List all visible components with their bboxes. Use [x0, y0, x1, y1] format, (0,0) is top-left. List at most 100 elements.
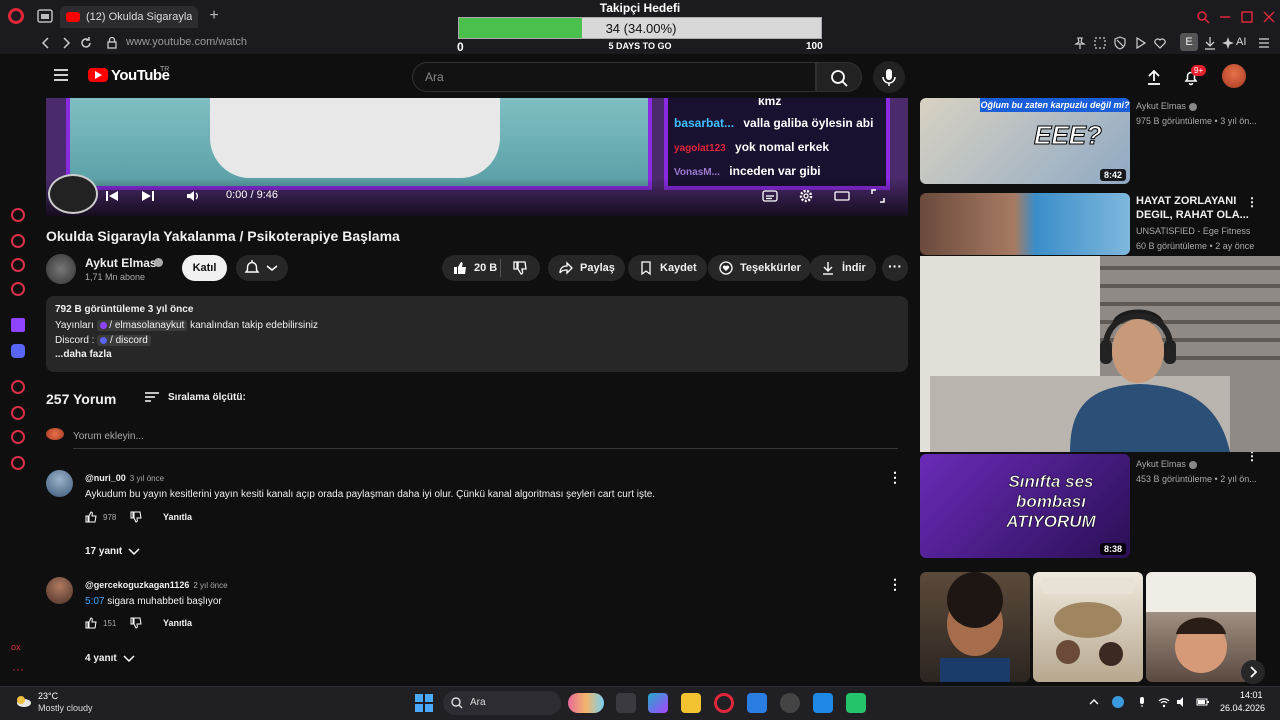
comment-reply-button[interactable]: Yanıtla [163, 512, 192, 522]
comment-author[interactable]: @nuri_00 3 yıl önce [85, 473, 164, 483]
comment-avatar[interactable] [46, 577, 73, 604]
hamburger-menu-icon[interactable] [54, 68, 68, 82]
subscription-bell-button[interactable] [236, 255, 288, 281]
sidebar-music-icon[interactable] [11, 258, 25, 272]
battery-icon[interactable] [1196, 696, 1209, 708]
forward-icon[interactable] [58, 35, 74, 51]
shorts-next-button[interactable] [1241, 660, 1265, 684]
sidebar-more-icon[interactable]: ··· [12, 662, 24, 676]
comment-menu-icon[interactable]: ⋮ [888, 577, 902, 591]
sidebar-player-icon[interactable] [11, 380, 25, 394]
ai-sparkle-icon[interactable] [1220, 35, 1236, 51]
dislike-button[interactable] [504, 255, 540, 281]
recommended-menu-icon[interactable]: ⋮ [1246, 196, 1258, 208]
settings-gear-icon[interactable] [798, 188, 814, 204]
view-replies-button[interactable]: 4 yanıt [85, 653, 135, 664]
add-comment-input[interactable]: Yorum ekleyin... [73, 431, 144, 442]
short-thumbnail[interactable] [1146, 572, 1256, 682]
extension-button[interactable]: E [1180, 33, 1198, 51]
comment-menu-icon[interactable]: ⋮ [888, 470, 902, 484]
new-tab-button[interactable]: + [206, 8, 222, 24]
share-button[interactable]: Paylaş [548, 255, 625, 281]
next-icon[interactable] [140, 188, 156, 204]
chat-app-icon[interactable] [846, 693, 866, 713]
tray-chevron-up-icon[interactable] [1088, 696, 1100, 708]
sidebar-ox-label[interactable]: ox [11, 642, 21, 652]
reload-icon[interactable] [78, 35, 94, 51]
channel-avatar[interactable] [46, 254, 76, 284]
recommended-channel[interactable]: Aykut Elmas [1136, 101, 1197, 111]
pin-icon[interactable] [1072, 35, 1088, 51]
sidebar-twitch-icon[interactable] [11, 318, 25, 332]
tray-app-icon[interactable] [1112, 696, 1124, 708]
lock-icon[interactable] [104, 35, 120, 51]
sidebar-discord-icon[interactable] [11, 344, 25, 358]
volume-tray-icon[interactable] [1176, 696, 1188, 708]
back-icon[interactable] [38, 35, 54, 51]
comment-author[interactable]: @gercekoguzkagan1126 2 yıl önce [85, 580, 228, 590]
subtitles-icon[interactable] [762, 188, 778, 204]
recommended-video-thumbnail[interactable] [920, 193, 1130, 255]
windows-start-icon[interactable] [414, 693, 434, 713]
recommended-video-thumbnail[interactable]: Sınıfta ses bombası ATIYORUM 8:38 [920, 454, 1130, 558]
comment-reply-button[interactable]: Yanıtla [163, 618, 192, 628]
sidebar-aria-icon[interactable] [11, 208, 25, 222]
sidebar-mail-icon[interactable] [11, 282, 25, 296]
snapshot-icon[interactable] [1092, 35, 1108, 51]
comment-like-icon[interactable] [85, 617, 97, 629]
view-replies-button[interactable]: 17 yanıt [85, 546, 140, 557]
obs-icon[interactable] [780, 693, 800, 713]
channel-name[interactable]: Aykut Elmas [85, 256, 157, 270]
video-player[interactable]: kmz basarbat... valla galiba öylesin abi… [46, 98, 908, 216]
taskbar-search-box[interactable] [443, 691, 561, 715]
comment-timestamp-link[interactable]: 5:07 [85, 596, 104, 607]
search-tabs-icon[interactable] [1196, 10, 1210, 24]
taskbar-clock-date[interactable]: 26.04.2026 [1220, 703, 1265, 713]
close-window-button[interactable] [1262, 10, 1276, 24]
recommended-title[interactable]: HAYAT ZORLAYANI DEGIL, RAHAT OLA... [1136, 194, 1256, 222]
volume-icon[interactable] [185, 188, 201, 204]
sort-by-button[interactable]: Sıralama ölçütü: [168, 392, 246, 403]
save-button[interactable]: Kaydet [628, 255, 707, 281]
twitch-link[interactable]: / elmasolanaykut [96, 320, 188, 331]
sidebar-shop-icon[interactable] [11, 234, 25, 248]
microsoft-store-icon[interactable] [747, 693, 767, 713]
sidebar-history-icon[interactable] [11, 406, 25, 420]
url-text[interactable]: www.youtube.com/watch [126, 36, 247, 48]
user-avatar[interactable] [1222, 64, 1246, 88]
recommended-channel[interactable]: UNSATISFIED - Ege Fitness [1136, 226, 1250, 236]
short-thumbnail[interactable] [1033, 572, 1143, 682]
player-icon[interactable] [1132, 35, 1148, 51]
create-upload-icon[interactable] [1145, 68, 1163, 86]
fullscreen-icon[interactable] [870, 188, 886, 204]
weather-description[interactable]: Mostly cloudy [38, 703, 93, 713]
discord-link[interactable]: / discord [97, 335, 151, 346]
comment-like-icon[interactable] [85, 511, 97, 523]
show-more-link[interactable]: ...daha fazla [55, 349, 112, 360]
taskbar-clock-time[interactable]: 14:01 [1240, 690, 1263, 700]
sidebar-extensions-icon[interactable] [11, 430, 25, 444]
copilot-app-icon[interactable] [648, 693, 668, 713]
download-icon[interactable] [1202, 35, 1218, 51]
comment-dislike-icon[interactable] [130, 511, 142, 523]
sort-icon[interactable] [145, 391, 159, 403]
browser-tab-active[interactable]: (12) Okulda Sigarayla Yakalanma / Psikot… [60, 6, 198, 28]
task-view-icon[interactable] [616, 693, 636, 713]
opera-logo-icon[interactable] [8, 8, 24, 24]
file-explorer-icon[interactable] [681, 693, 701, 713]
theater-mode-icon[interactable] [834, 188, 850, 204]
join-button[interactable]: Katıl [182, 255, 227, 281]
tab-list-icon[interactable] [36, 8, 54, 24]
recommended-channel[interactable]: Aykut Elmas [1136, 459, 1197, 469]
heart-icon[interactable] [1152, 35, 1168, 51]
ai-label[interactable]: AI [1236, 36, 1246, 48]
maximize-button[interactable] [1240, 10, 1254, 24]
easy-setup-icon[interactable] [1256, 35, 1272, 51]
tray-mic-icon[interactable] [1136, 696, 1148, 708]
recommended-video-thumbnail[interactable]: Oğlum bu zaten karpuzlu değil mi? EEE? 8… [920, 98, 1130, 184]
voice-search-mic-icon[interactable] [873, 61, 905, 93]
opera-gx-taskbar-icon[interactable] [714, 693, 734, 713]
download-button[interactable]: İndir [810, 255, 876, 281]
minimize-button[interactable] [1218, 10, 1232, 24]
comment-avatar[interactable] [46, 470, 73, 497]
